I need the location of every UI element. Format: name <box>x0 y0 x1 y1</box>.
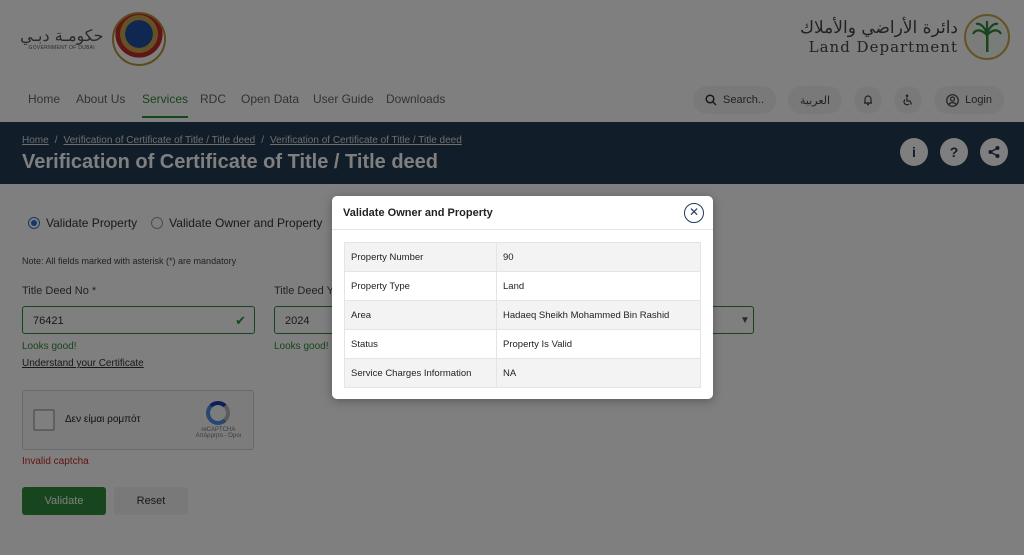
table-row: Property Type Land <box>344 271 701 301</box>
table-row: Property Number 90 <box>344 242 701 272</box>
property-details-table: Property Number 90 Property Type Land Ar… <box>344 242 701 388</box>
service-charges-key: Service Charges Information <box>344 358 497 388</box>
table-row: Service Charges Information NA <box>344 358 701 388</box>
close-button[interactable]: ✕ <box>684 203 704 223</box>
status-value: Property Is Valid <box>496 329 701 359</box>
service-charges-value: NA <box>496 358 701 388</box>
property-number-key: Property Number <box>344 242 497 272</box>
modal-title: Validate Owner and Property <box>343 207 493 219</box>
area-value: Hadaeq Sheikh Mohammed Bin Rashid <box>496 300 701 330</box>
table-row: Status Property Is Valid <box>344 329 701 359</box>
property-type-key: Property Type <box>344 271 497 301</box>
close-icon: ✕ <box>688 205 700 219</box>
table-row: Area Hadaeq Sheikh Mohammed Bin Rashid <box>344 300 701 330</box>
property-number-value: 90 <box>496 242 701 272</box>
validate-owner-property-modal: Validate Owner and Property ✕ Property N… <box>332 196 713 399</box>
modal-header: Validate Owner and Property ✕ <box>332 196 713 230</box>
status-key: Status <box>344 329 497 359</box>
area-key: Area <box>344 300 497 330</box>
property-type-value: Land <box>496 271 701 301</box>
